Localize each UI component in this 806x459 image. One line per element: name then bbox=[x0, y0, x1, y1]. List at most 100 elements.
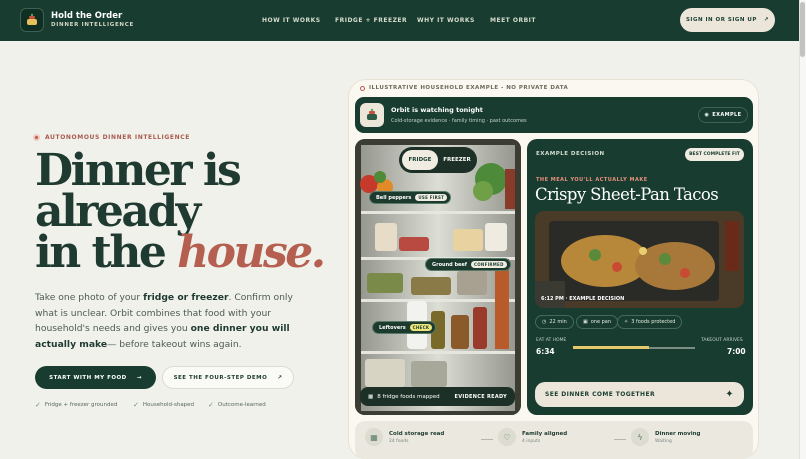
food-tag-ground-beef[interactable]: Ground beef CONFIRMED bbox=[425, 258, 511, 271]
photo-caption: 6:12 PM · EXAMPLE DECISION bbox=[541, 296, 625, 302]
button-label: SEE DINNER COME TOGETHER bbox=[545, 391, 655, 398]
evidence-status: EVIDENCE READY bbox=[454, 393, 507, 400]
hero-kicker: AUTONOMOUS DINNER INTELLIGENCE bbox=[33, 134, 190, 141]
nav-meet-orbit[interactable]: MEET ORBIT bbox=[490, 17, 536, 24]
scrollbar-thumb[interactable] bbox=[800, 2, 805, 57]
check-icon: ✓ bbox=[133, 401, 139, 409]
check-icon: ✓ bbox=[208, 401, 214, 409]
headline-line-3: in the bbox=[35, 227, 178, 278]
pot-icon bbox=[367, 108, 377, 120]
food-tag-label: Ground beef bbox=[432, 261, 467, 268]
start-with-my-food-button[interactable]: START WITH MY FOOD → bbox=[35, 366, 156, 389]
step-sub: Waiting bbox=[655, 438, 672, 444]
hero-headline: Dinner is already in the house. bbox=[35, 149, 335, 275]
badge-label: EXAMPLE bbox=[712, 112, 742, 118]
bolt-icon: ϟ bbox=[631, 428, 649, 446]
orbit-subtitle: Cold-storage evidence · family timing · … bbox=[391, 118, 527, 124]
orbit-status-bar: Orbit is watching tonight Cold-storage e… bbox=[355, 97, 753, 133]
meal-kicker: THE MEAL YOU'LL ACTUALLY MAKE bbox=[536, 177, 648, 183]
nav-how-it-works[interactable]: HOW IT WORKS bbox=[262, 17, 321, 24]
step-title: Family aligned bbox=[522, 430, 568, 437]
orbit-title: Orbit is watching tonight bbox=[391, 106, 483, 114]
check-icon: ✓ bbox=[35, 401, 41, 409]
brand-title[interactable]: Hold the Order bbox=[51, 11, 122, 21]
nav-why-it-works[interactable]: WHY IT WORKS bbox=[417, 17, 475, 24]
meta-label: one pan bbox=[590, 319, 612, 325]
check-label: Outcome-learned bbox=[217, 402, 266, 408]
check-label: Fridge + freezer grounded bbox=[44, 402, 118, 408]
check-item: ✓ Fridge + freezer grounded bbox=[35, 401, 117, 409]
meal-photo: 6:12 PM · EXAMPLE DECISION bbox=[535, 211, 744, 308]
check-item: ✓ Household-shaped bbox=[133, 401, 194, 409]
foods-mapped-label: 8 fridge foods mapped bbox=[377, 393, 440, 400]
example-badge: ◉ EXAMPLE bbox=[698, 107, 748, 123]
tab-freezer[interactable]: FREEZER bbox=[439, 150, 475, 170]
lede-text: — before takeout wins again. bbox=[107, 338, 242, 350]
ring-icon bbox=[360, 85, 365, 91]
step-title: Dinner moving bbox=[655, 430, 701, 437]
app-logo[interactable] bbox=[20, 8, 44, 32]
hero-description: Take one photo of your fridge or freezer… bbox=[35, 290, 315, 352]
food-tag-leftovers[interactable]: Leftovers CHECK bbox=[372, 321, 437, 334]
food-tag-badge: CONFIRMED bbox=[470, 261, 507, 268]
arrow-right-icon: → bbox=[136, 374, 142, 381]
brand-subtitle: DINNER INTELLIGENCE bbox=[51, 22, 134, 28]
check-label: Household-shaped bbox=[142, 402, 195, 408]
meta-pan: ▣ one pan bbox=[576, 315, 619, 329]
meta-protected: ✧ 3 foods protected bbox=[617, 315, 683, 329]
meal-name: Crispy Sheet-Pan Tacos bbox=[535, 185, 719, 204]
meta-label: 22 min bbox=[549, 319, 567, 325]
sign-in-button[interactable]: SIGN IN OR SIGN UP ↗ bbox=[680, 8, 775, 32]
progress-steps: ▦ Cold storage read 24 foods ♡ Family ali… bbox=[355, 421, 753, 459]
demo-label-text: ILLUSTRATIVE HOUSEHOLD EXAMPLE - NO PRIV… bbox=[369, 85, 569, 91]
takeout-time: 7:00 bbox=[727, 347, 746, 356]
timing-progress bbox=[573, 346, 649, 349]
step-sub: 24 foods bbox=[389, 438, 409, 444]
step-sub: 4 inputs bbox=[522, 438, 541, 444]
meta-label: 3 foods protected bbox=[631, 319, 676, 325]
step-dinner-moving: ϟ Dinner moving Waiting bbox=[631, 428, 700, 446]
fridge-summary-bar: ▦ 8 fridge foods mapped EVIDENCE READY bbox=[360, 387, 515, 406]
tacos-image bbox=[535, 211, 744, 308]
arrow-up-right-icon: ↗ bbox=[277, 374, 283, 381]
top-nav-bar: Hold the Order DINNER INTELLIGENCE HOW I… bbox=[0, 0, 799, 41]
food-tag-label: Leftovers bbox=[379, 324, 406, 331]
scrollbar-track[interactable] bbox=[799, 0, 806, 459]
step-cold-storage: ▦ Cold storage read 24 foods bbox=[365, 428, 444, 446]
food-tag-label: Bell peppers bbox=[376, 194, 412, 201]
check-item: ✓ Outcome-learned bbox=[208, 401, 266, 409]
lede-bold: fridge or freezer bbox=[143, 292, 229, 303]
food-tag-badge: CHECK bbox=[409, 324, 433, 331]
nav-fridge-freezer[interactable]: FRIDGE + FREEZER bbox=[335, 17, 407, 24]
see-demo-button[interactable]: SEE THE FOUR-STEP DEMO ↗ bbox=[162, 366, 294, 389]
orbit-avatar bbox=[360, 103, 384, 127]
kicker-label: AUTONOMOUS DINNER INTELLIGENCE bbox=[45, 134, 190, 141]
decision-label: EXAMPLE DECISION bbox=[536, 151, 605, 157]
takeout-label: TAKEOUT ARRIVES bbox=[701, 338, 743, 343]
button-label: SEE THE FOUR-STEP DEMO bbox=[173, 374, 268, 381]
food-tag-badge: USE FIRST bbox=[415, 194, 448, 201]
storage-tabs: FRIDGE FREEZER bbox=[399, 147, 477, 173]
demo-label: ILLUSTRATIVE HOUSEHOLD EXAMPLE - NO PRIV… bbox=[360, 85, 568, 91]
best-fit-badge: BEST COMPLETE FIT bbox=[685, 148, 744, 161]
sparkle-icon: ✧ bbox=[624, 319, 629, 325]
fridge-photo-panel: FRIDGE FREEZER Bell peppers USE FIRST Gro… bbox=[355, 139, 521, 415]
see-dinner-button[interactable]: SEE DINNER COME TOGETHER ✦ bbox=[535, 382, 744, 407]
button-label: START WITH MY FOOD bbox=[49, 374, 127, 381]
pan-icon: ▣ bbox=[583, 319, 588, 325]
pot-icon bbox=[27, 13, 37, 25]
tab-fridge[interactable]: FRIDGE bbox=[402, 150, 438, 170]
arrow-up-right-icon: ↗ bbox=[763, 17, 770, 23]
sparkle-icon: ✦ bbox=[725, 389, 734, 400]
heart-icon: ♡ bbox=[498, 428, 516, 446]
dot-icon bbox=[33, 134, 40, 141]
fridge-interior-image bbox=[355, 139, 521, 415]
headline-accent: house. bbox=[177, 227, 326, 278]
grid-icon: ▦ bbox=[368, 393, 374, 400]
grid-icon: ▦ bbox=[365, 428, 383, 446]
clock-icon: ◷ bbox=[542, 319, 547, 325]
step-title: Cold storage read bbox=[389, 430, 445, 437]
lede-text: Take one photo of your bbox=[35, 292, 144, 303]
dot-icon: ◉ bbox=[704, 112, 710, 118]
food-tag-bell-peppers[interactable]: Bell peppers USE FIRST bbox=[369, 191, 452, 204]
